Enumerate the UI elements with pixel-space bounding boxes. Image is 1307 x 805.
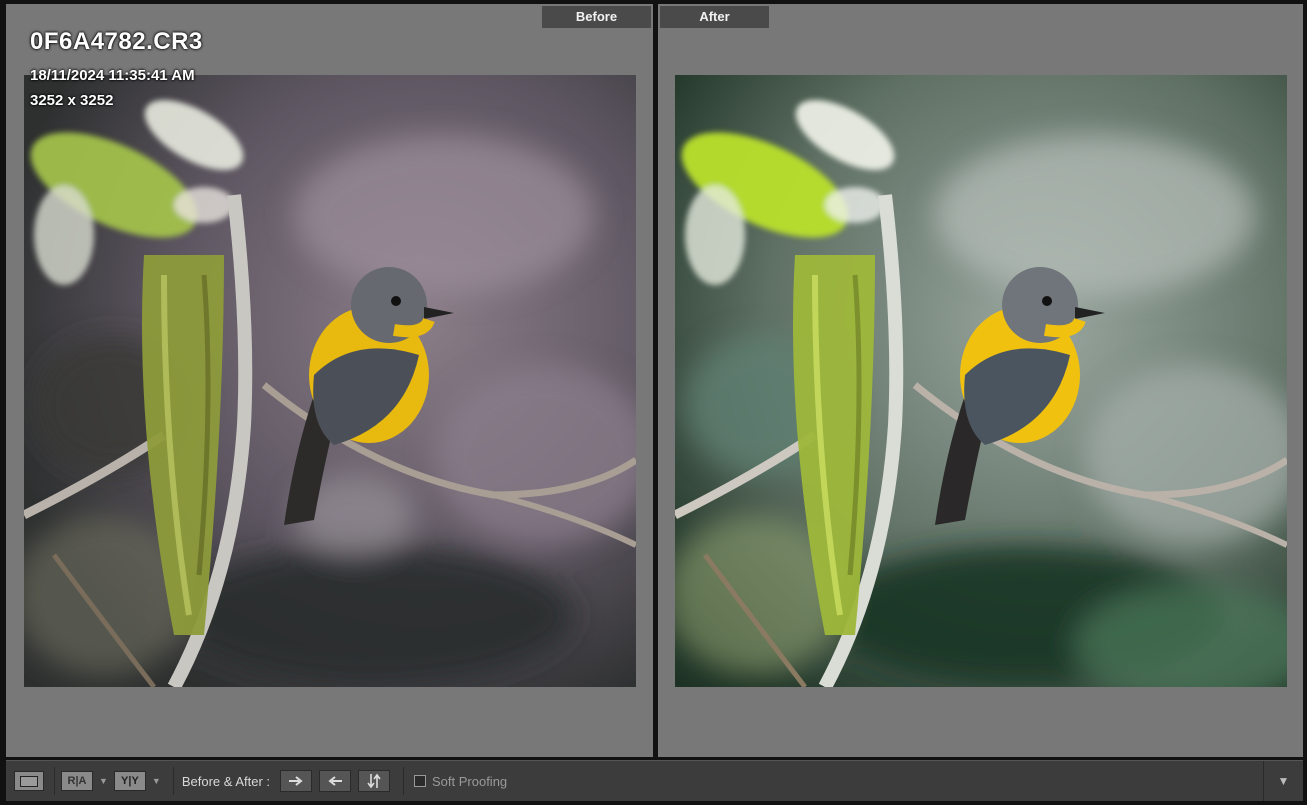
soft-proofing-label[interactable]: Soft Proofing xyxy=(432,774,507,789)
arrow-right-icon xyxy=(289,776,303,786)
toolbar-divider xyxy=(403,767,404,795)
image-dimensions: 3252 x 3252 xyxy=(30,92,114,109)
yy-view-icon: Y|Y xyxy=(121,775,139,787)
chevron-down-icon: ▼ xyxy=(1277,774,1290,788)
before-after-left-right-button[interactable]: R|A xyxy=(61,771,93,791)
after-photo-image xyxy=(675,75,1287,687)
before-pane: Before 0F6A4782.CR3 18/11/2024 11:35:41 … xyxy=(6,4,653,757)
chevron-down-icon[interactable]: ▼ xyxy=(99,776,108,786)
before-after-label: Before & After : xyxy=(181,773,270,789)
bottom-toolbar: R|A ▼ Y|Y ▼ Before & After : Soft Proofi… xyxy=(6,760,1303,801)
arrow-left-icon xyxy=(328,776,342,786)
before-label: Before xyxy=(542,6,651,28)
loupe-view-icon xyxy=(20,775,38,787)
after-pane: After xyxy=(658,4,1303,757)
swap-arrows-icon xyxy=(367,773,381,789)
copy-before-to-after-button[interactable] xyxy=(280,770,312,792)
after-photo[interactable] xyxy=(675,75,1287,687)
before-photo-image xyxy=(24,75,636,687)
swap-before-after-button[interactable] xyxy=(358,770,390,792)
ra-view-icon: R|A xyxy=(67,775,87,787)
copy-after-to-before-button[interactable] xyxy=(319,770,351,792)
file-name: 0F6A4782.CR3 xyxy=(30,28,203,55)
loupe-view-button[interactable] xyxy=(14,771,44,791)
before-photo[interactable] xyxy=(24,75,636,687)
chevron-down-icon[interactable]: ▼ xyxy=(152,776,161,786)
after-label: After xyxy=(660,6,769,28)
before-after-workspace: Before 0F6A4782.CR3 18/11/2024 11:35:41 … xyxy=(0,0,1307,805)
toolbar-menu-button[interactable]: ▼ xyxy=(1263,761,1303,801)
capture-datetime: 18/11/2024 11:35:41 AM xyxy=(30,67,195,84)
soft-proofing-checkbox[interactable] xyxy=(414,775,426,787)
toolbar-divider xyxy=(172,767,174,795)
toolbar-divider xyxy=(54,767,55,795)
before-after-split-button[interactable]: Y|Y xyxy=(113,771,146,791)
